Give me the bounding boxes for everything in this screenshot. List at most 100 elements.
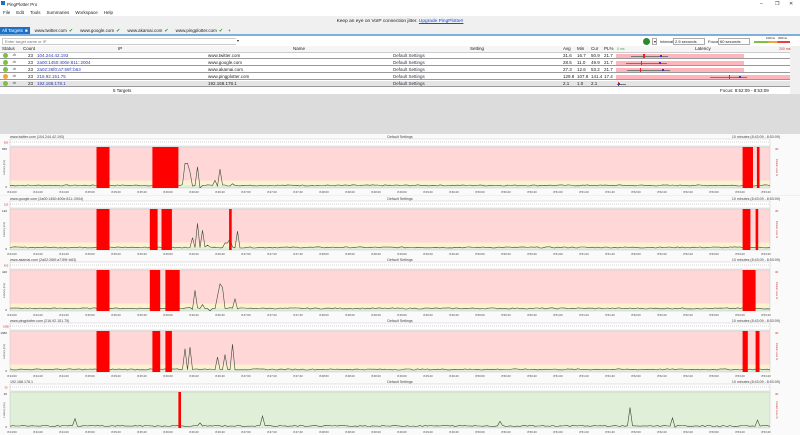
graph-setting: Default Settings	[387, 135, 413, 139]
time-label: 8:45:40	[137, 313, 147, 317]
name-cell: 192.168.178.1	[208, 80, 237, 86]
col-min[interactable]: Min	[577, 46, 584, 51]
time-label: 8:52:00	[631, 430, 641, 434]
play-options-dropdown[interactable]: ▾	[652, 37, 657, 45]
table-row[interactable]: .ılı 23 104.244.42.193 www.twitter.com D…	[0, 52, 790, 59]
menu-tools[interactable]: Tools	[30, 10, 41, 15]
app-logo-icon	[1, 1, 5, 5]
time-label: 8:48:00	[319, 374, 329, 378]
tab-akamai[interactable]: www.akamai.com ✔	[125, 27, 170, 34]
y-axis-label: Latency (ms)	[2, 160, 6, 175]
menu-help[interactable]: Help	[104, 10, 113, 15]
time-label: 8:49:40	[449, 374, 459, 378]
col-pl[interactable]: PL%	[604, 46, 614, 51]
avg-marker	[640, 60, 642, 65]
time-label: 8:51:00	[553, 430, 563, 434]
interval-select[interactable]: 2.5 seconds	[673, 37, 705, 45]
table-row[interactable]: .ılı 23 2a02:26f0:a7:59f::b63 www.akamai…	[0, 66, 790, 73]
col-setting[interactable]: Setting	[470, 46, 484, 51]
time-label: 8:49:00	[397, 190, 407, 194]
tab-google[interactable]: www.google.com ✔	[78, 27, 122, 34]
col-name[interactable]: Name	[293, 46, 305, 51]
table-row[interactable]: .ılı 23 216.92.151.75 www.pingplotter.co…	[0, 73, 790, 80]
close-button[interactable]: ✕	[789, 1, 793, 7]
time-label: 8:44:00	[7, 190, 17, 194]
close-tab-icon[interactable]: ■	[25, 28, 28, 33]
graph-icon[interactable]: .ılı	[12, 60, 16, 64]
menu-workspace[interactable]: Workspace	[75, 10, 97, 15]
graph-icon[interactable]: .ılı	[12, 53, 16, 57]
table-row[interactable]: .ılı 23 2a00:1450:400e:811::2004 www.goo…	[0, 59, 790, 66]
ip-cell[interactable]: 216.92.151.75	[37, 74, 66, 79]
col-status[interactable]: Status	[2, 46, 15, 51]
graph-panel[interactable]: www.google.com (2a00:1450:400e:811::2004…	[0, 196, 800, 257]
graph-icon[interactable]: .ılı	[12, 74, 16, 78]
menu-edit[interactable]: Edit	[16, 10, 24, 15]
cur-cell: 2.1	[591, 80, 598, 86]
packet-loss-bar	[152, 147, 179, 188]
graph-icon[interactable]: .ılı	[12, 81, 16, 85]
col-latency[interactable]: Latency	[695, 46, 711, 51]
min-cell: 11.0	[577, 59, 586, 65]
time-label: 8:46:20	[189, 374, 199, 378]
ip-cell[interactable]: 2a02:26f0:a7:59f::b63	[37, 67, 81, 72]
tab-twitter[interactable]: www.twitter.com ✔	[33, 27, 75, 34]
time-label: 8:53:40	[761, 313, 771, 317]
play-button[interactable]	[643, 37, 650, 45]
ip-cell[interactable]: 104.244.42.193	[37, 53, 68, 58]
overview-max: 30	[5, 386, 8, 390]
tab-all-targets[interactable]: All Targets ■	[0, 27, 30, 34]
graph-panel[interactable]: 192.168.178.1Default SettingsMax (ms)10 …	[0, 379, 800, 435]
add-tab-button[interactable]: +	[228, 28, 231, 33]
y-min-label: 0	[5, 369, 7, 373]
focus-select[interactable]: 60 seconds	[718, 37, 750, 45]
time-label: 8:53:20	[735, 430, 745, 434]
time-label: 8:46:20	[189, 430, 199, 434]
pl-cell: 17.4	[604, 73, 613, 79]
y-axis-label: Latency (ms)	[2, 283, 6, 298]
time-label: 8:48:40	[371, 252, 381, 256]
window-title: PingPlotter Pro	[7, 1, 38, 7]
time-label: 8:45:20	[111, 430, 121, 434]
col-count[interactable]: Count	[23, 46, 35, 51]
graph-icon[interactable]: .ılı	[12, 67, 16, 71]
y2-axis-label: Packet Loss %	[775, 282, 779, 300]
ip-cell[interactable]: 192.168.178.1	[37, 81, 66, 86]
restore-button[interactable]: ❐	[775, 1, 779, 7]
upgrade-link[interactable]: Upgrade PingPlotter!	[419, 19, 464, 24]
time-label: 8:45:00	[85, 430, 95, 434]
time-label: 8:45:40	[137, 252, 147, 256]
y-min-label: 0	[5, 308, 7, 312]
col-ip[interactable]: IP	[118, 46, 122, 51]
ip-cell[interactable]: 2a00:1450:400e:811::2004	[37, 60, 90, 65]
time-label: 8:44:40	[59, 374, 69, 378]
y-max-label: 120	[2, 209, 7, 213]
graph-panel[interactable]: www.pingplotter.com (216.92.151.75) Defau…	[0, 318, 800, 379]
graph-panel[interactable]: www.akamai.com (2a02:26f0:a7:59f::b63) De…	[0, 257, 800, 318]
time-label: 8:47:40	[293, 313, 303, 317]
graph-panel[interactable]: www.twitter.com (104.244.42.193) Default …	[0, 134, 800, 195]
col-cur[interactable]: Cur	[591, 46, 598, 51]
tab-label: www.twitter.com	[34, 28, 67, 33]
table-row[interactable]: .ılı 23 192.168.178.1 192.168.178.1 Defa…	[0, 80, 790, 87]
time-label: 8:53:20	[735, 252, 745, 256]
col-avg[interactable]: Avg	[563, 46, 571, 51]
count-cell: 23	[28, 59, 34, 65]
tab-pingplotter[interactable]: www.pingplotter.com ✔	[174, 27, 225, 34]
time-label: 8:48:40	[371, 313, 381, 317]
pl-cell: 21.7	[604, 59, 613, 65]
minimize-button[interactable]: –	[760, 1, 763, 7]
menu-summaries[interactable]: Summaries	[47, 10, 70, 15]
time-label: 8:44:40	[59, 430, 69, 434]
time-label: 8:47:40	[293, 190, 303, 194]
time-label: 8:49:20	[423, 313, 433, 317]
menu-file[interactable]: File	[3, 10, 10, 15]
time-label: 8:53:00	[709, 190, 719, 194]
target-input[interactable]	[2, 37, 242, 45]
time-label: 8:48:20	[345, 374, 355, 378]
check-icon: ✔	[68, 27, 74, 34]
target-dropdown-icon[interactable]: ▾	[236, 37, 242, 45]
status-icon	[3, 59, 8, 65]
y-min-label: 0	[5, 425, 7, 429]
empty-area	[0, 94, 800, 134]
